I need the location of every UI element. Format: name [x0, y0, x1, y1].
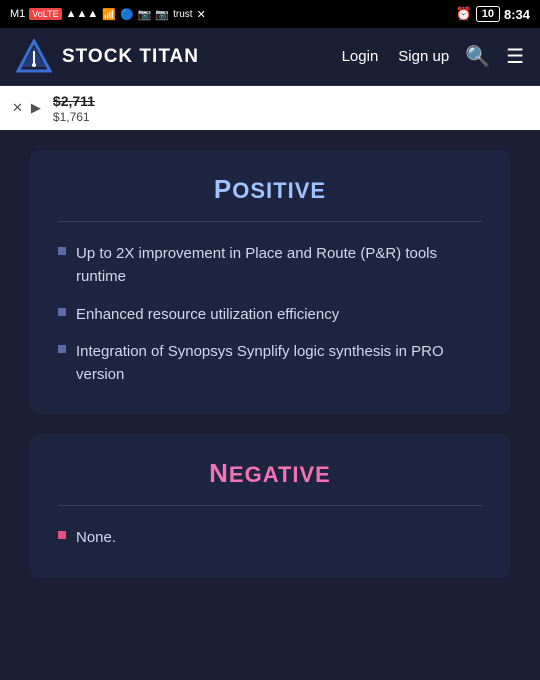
logo-area: STOCK TITAN [16, 39, 342, 75]
battery-indicator: 10 [476, 6, 500, 22]
ad-original-price: $2,711 [53, 93, 95, 109]
positive-first-letter: P [214, 174, 232, 204]
search-icon[interactable]: 🔍 [465, 44, 490, 69]
ad-banner: ✕ ▶ $2,711 $1,761 [0, 86, 540, 130]
bullet-icon [58, 308, 66, 316]
signup-link[interactable]: Sign up [398, 48, 449, 65]
navbar: STOCK TITAN Login Sign up 🔍 ☰ [0, 28, 540, 86]
bullet-icon [58, 345, 66, 353]
positive-title: POSITIVE [58, 174, 482, 205]
logo-text: STOCK TITAN [62, 46, 199, 68]
list-item: Enhanced resource utilization efficiency [58, 303, 482, 326]
nav-links: Login Sign up [342, 48, 450, 65]
positive-list: Up to 2X improvement in Place and Route … [58, 242, 482, 386]
negative-bullet-1: None. [76, 526, 116, 549]
positive-section: POSITIVE Up to 2X improvement in Place a… [30, 150, 510, 414]
bullet-icon [58, 531, 66, 539]
ad-play-icon[interactable]: ▶ [31, 100, 41, 116]
carrier-label: M1 [10, 8, 25, 20]
negative-list: None. [58, 526, 482, 549]
menu-icon[interactable]: ☰ [506, 44, 524, 69]
negative-rest: EGATIVE [229, 462, 331, 487]
list-item: Integration of Synopsys Synplify logic s… [58, 340, 482, 387]
login-link[interactable]: Login [342, 48, 379, 65]
negative-divider [58, 505, 482, 506]
negative-first-letter: N [209, 458, 229, 488]
positive-rest: OSITIVE [232, 178, 326, 203]
positive-bullet-2: Enhanced resource utilization efficiency [76, 303, 339, 326]
bluetooth-icon: 🔵 [120, 8, 134, 21]
ad-prices: $2,711 $1,761 [53, 93, 95, 124]
list-item: Up to 2X improvement in Place and Route … [58, 242, 482, 289]
trust-icon: trust [173, 9, 192, 20]
status-bar: M1 VoLTE ▲▲▲ 📶 🔵 📷 📷 trust ✕ ⏰ 10 8:34 [0, 0, 540, 28]
x-icon: ✕ [197, 8, 206, 21]
bullet-icon [58, 247, 66, 255]
positive-divider [58, 221, 482, 222]
camera-icon: 📷 [138, 8, 152, 21]
ad-sale-price: $1,761 [53, 110, 95, 124]
signal-bars: ▲▲▲ [66, 8, 99, 20]
instagram-icon: 📷 [155, 8, 169, 21]
list-item: None. [58, 526, 482, 549]
positive-bullet-3: Integration of Synopsys Synplify logic s… [76, 340, 482, 387]
positive-bullet-1: Up to 2X improvement in Place and Route … [76, 242, 482, 289]
main-content: POSITIVE Up to 2X improvement in Place a… [0, 130, 540, 680]
time-display: 8:34 [504, 7, 530, 22]
negative-title: NEGATIVE [58, 458, 482, 489]
ad-close-icon[interactable]: ✕ [12, 100, 23, 116]
alarm-icon: ⏰ [456, 6, 472, 22]
logo-icon [16, 39, 52, 75]
status-right: ⏰ 10 8:34 [456, 6, 530, 22]
nav-icons: 🔍 ☰ [465, 44, 524, 69]
volte-badge: VoLTE [29, 8, 61, 20]
wifi-icon: 📶 [102, 8, 116, 21]
negative-section: NEGATIVE None. [30, 434, 510, 577]
status-left: M1 VoLTE ▲▲▲ 📶 🔵 📷 📷 trust ✕ [10, 8, 206, 21]
